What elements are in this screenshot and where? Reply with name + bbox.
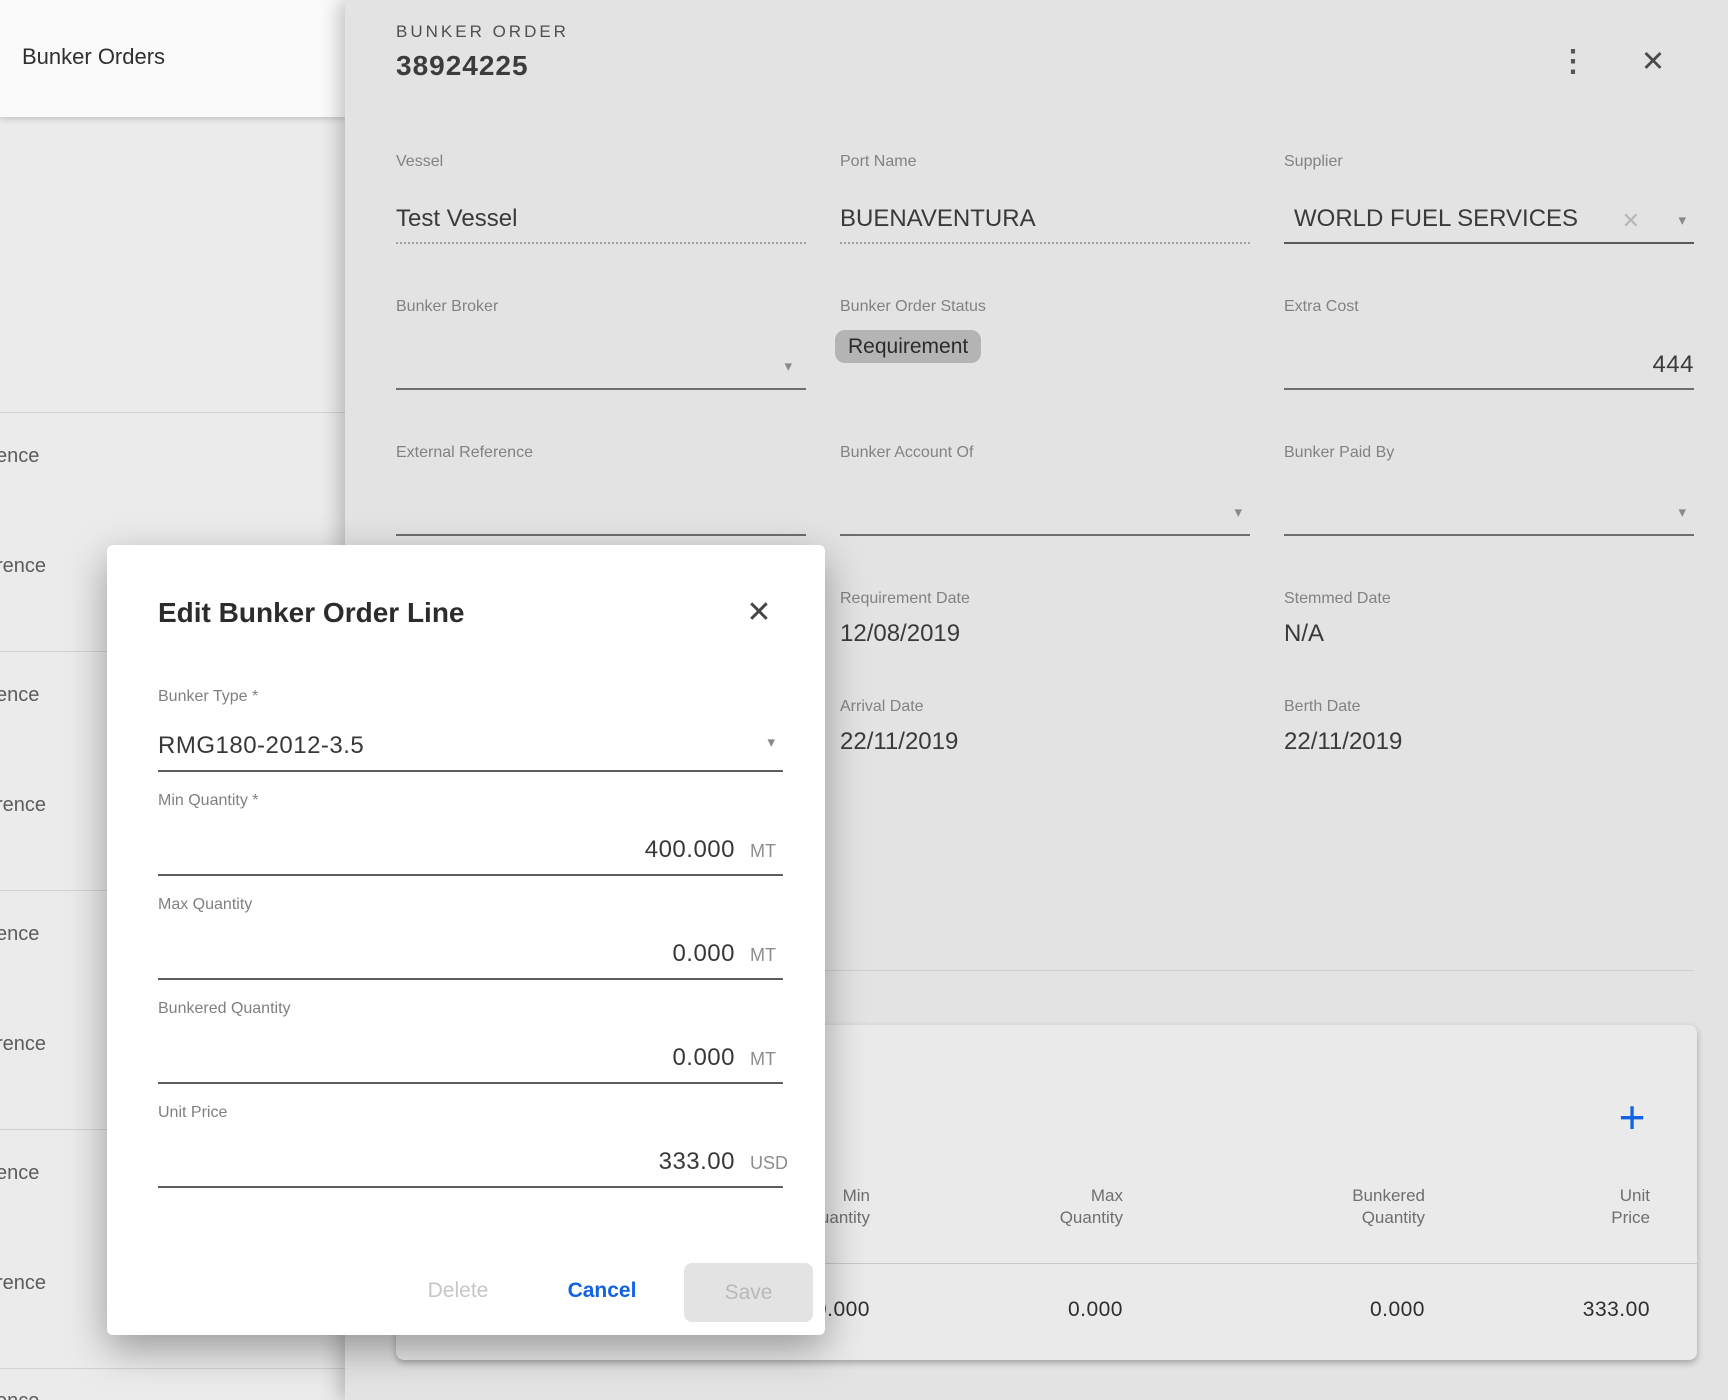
cell-bunkered-quantity: 0.000 bbox=[1205, 1298, 1425, 1322]
list-item[interactable]: rence bbox=[0, 1033, 46, 1056]
unit-price-unit: USD bbox=[750, 1153, 788, 1174]
requirement-date-value: 12/08/2019 bbox=[840, 620, 1250, 648]
broker-field[interactable]: Bunker Broker ▾ bbox=[396, 298, 806, 390]
edit-bunker-order-line-modal: Edit Bunker Order Line ✕ Bunker Type * R… bbox=[107, 545, 825, 1335]
port-field: Port Name BUENAVENTURA bbox=[840, 153, 1250, 244]
requirement-date-label: Requirement Date bbox=[840, 590, 1250, 608]
page-title: Bunker Orders bbox=[22, 44, 165, 70]
min-quantity-label: Min Quantity * bbox=[158, 792, 258, 810]
berth-date-value: 22/11/2019 bbox=[1284, 728, 1694, 756]
list-item[interactable]: ence bbox=[0, 923, 39, 946]
external-reference-field[interactable]: External Reference bbox=[396, 444, 806, 536]
supplier-caret-down-icon[interactable]: ▾ bbox=[1678, 213, 1686, 228]
unit-price-label: Unit Price bbox=[158, 1104, 227, 1122]
list-item[interactable]: ence bbox=[0, 1162, 39, 1185]
drawer-type-label: BUNKER ORDER bbox=[396, 22, 569, 42]
max-quantity-input[interactable]: 0.000 bbox=[672, 940, 735, 968]
account-of-caret-down-icon[interactable]: ▾ bbox=[1234, 505, 1242, 520]
stemmed-date-value: N/A bbox=[1284, 620, 1694, 648]
list-panel-header: Bunker Orders bbox=[0, 0, 345, 117]
modal-title: Edit Bunker Order Line bbox=[158, 597, 465, 629]
order-id: 38924225 bbox=[396, 50, 529, 82]
bunker-type-caret-down-icon[interactable]: ▾ bbox=[767, 735, 775, 750]
list-item[interactable]: rence bbox=[0, 555, 46, 578]
extra-cost-label: Extra Cost bbox=[1284, 298, 1359, 316]
bunkered-quantity-label: Bunkered Quantity bbox=[158, 1000, 291, 1018]
bunker-type-select[interactable]: RMG180-2012-3.5 bbox=[158, 732, 364, 760]
max-quantity-field[interactable]: Max Quantity 0.000 MT bbox=[158, 896, 783, 980]
account-of-label: Bunker Account Of bbox=[840, 444, 973, 462]
min-quantity-input[interactable]: 400.000 bbox=[645, 836, 735, 864]
berth-date-field: Berth Date 22/11/2019 bbox=[1284, 698, 1694, 756]
col-header-max-quantity: Max Quantity bbox=[903, 1185, 1123, 1229]
max-quantity-unit: MT bbox=[750, 945, 776, 966]
stemmed-date-label: Stemmed Date bbox=[1284, 590, 1694, 608]
broker-label: Bunker Broker bbox=[396, 298, 498, 316]
drawer-close-icon[interactable]: ✕ bbox=[1633, 40, 1673, 84]
min-quantity-field[interactable]: Min Quantity * 400.000 MT bbox=[158, 792, 783, 876]
supplier-field[interactable]: Supplier WORLD FUEL SERVICES ✕ ▾ bbox=[1284, 153, 1694, 244]
bunkered-quantity-field[interactable]: Bunkered Quantity 0.000 MT bbox=[158, 1000, 783, 1084]
status-label: Bunker Order Status bbox=[840, 298, 986, 316]
vessel-field: Vessel Test Vessel bbox=[396, 153, 806, 244]
supplier-input[interactable]: WORLD FUEL SERVICES bbox=[1294, 205, 1704, 233]
paid-by-field[interactable]: Bunker Paid By ▾ bbox=[1284, 444, 1694, 536]
bunkered-quantity-input[interactable]: 0.000 bbox=[672, 1044, 735, 1072]
vessel-label: Vessel bbox=[396, 153, 443, 171]
paid-by-caret-down-icon[interactable]: ▾ bbox=[1678, 505, 1686, 520]
list-divider bbox=[0, 1368, 345, 1369]
add-bunker-line-button[interactable]: + bbox=[1608, 1091, 1656, 1143]
delete-button[interactable]: Delete bbox=[393, 1276, 523, 1306]
list-item[interactable]: ence bbox=[0, 1390, 39, 1400]
port-label: Port Name bbox=[840, 153, 916, 171]
arrival-date-label: Arrival Date bbox=[840, 698, 1250, 716]
list-item[interactable]: rence bbox=[0, 794, 46, 817]
cell-max-quantity: 0.000 bbox=[903, 1298, 1123, 1322]
kebab-menu-icon[interactable]: ⋮ bbox=[1555, 40, 1591, 84]
cancel-button[interactable]: Cancel bbox=[537, 1276, 667, 1306]
berth-date-label: Berth Date bbox=[1284, 698, 1694, 716]
account-of-field[interactable]: Bunker Account Of ▾ bbox=[840, 444, 1250, 536]
status-badge: Requirement bbox=[835, 330, 981, 363]
broker-caret-down-icon[interactable]: ▾ bbox=[784, 359, 792, 374]
list-item[interactable]: rence bbox=[0, 1272, 46, 1295]
arrival-date-value: 22/11/2019 bbox=[840, 728, 1250, 756]
status-field: Bunker Order Status Requirement bbox=[840, 298, 1250, 390]
stemmed-date-field: Stemmed Date N/A bbox=[1284, 590, 1694, 648]
vessel-input: Test Vessel bbox=[396, 205, 806, 233]
list-divider bbox=[0, 412, 345, 413]
unit-price-input[interactable]: 333.00 bbox=[659, 1148, 735, 1176]
min-quantity-unit: MT bbox=[750, 841, 776, 862]
bunker-type-label: Bunker Type * bbox=[158, 688, 258, 706]
arrival-date-field: Arrival Date 22/11/2019 bbox=[840, 698, 1250, 756]
requirement-date-field: Requirement Date 12/08/2019 bbox=[840, 590, 1250, 648]
list-item[interactable]: ence bbox=[0, 684, 39, 707]
extra-cost-input[interactable]: 444 bbox=[1284, 351, 1694, 379]
bunkered-quantity-unit: MT bbox=[750, 1049, 776, 1070]
bunker-orders-app: ence rence ence rence ence rence ence re… bbox=[0, 0, 1728, 1400]
port-input: BUENAVENTURA bbox=[840, 205, 1250, 233]
unit-price-field[interactable]: Unit Price 333.00 USD bbox=[158, 1104, 783, 1188]
cell-unit-price: 333.00 bbox=[1430, 1298, 1650, 1322]
supplier-label: Supplier bbox=[1284, 153, 1343, 171]
supplier-clear-icon[interactable]: ✕ bbox=[1622, 210, 1640, 232]
paid-by-label: Bunker Paid By bbox=[1284, 444, 1394, 462]
max-quantity-label: Max Quantity bbox=[158, 896, 252, 914]
col-header-unit-price: Unit Price bbox=[1430, 1185, 1650, 1229]
col-header-bunkered-quantity: Bunkered Quantity bbox=[1205, 1185, 1425, 1229]
modal-close-icon[interactable]: ✕ bbox=[737, 593, 781, 633]
save-button[interactable]: Save bbox=[684, 1263, 813, 1322]
list-item[interactable]: ence bbox=[0, 445, 39, 468]
external-reference-label: External Reference bbox=[396, 444, 533, 462]
extra-cost-field[interactable]: Extra Cost 444 bbox=[1284, 298, 1694, 390]
bunker-type-field[interactable]: Bunker Type * RMG180-2012-3.5 ▾ bbox=[158, 688, 783, 772]
